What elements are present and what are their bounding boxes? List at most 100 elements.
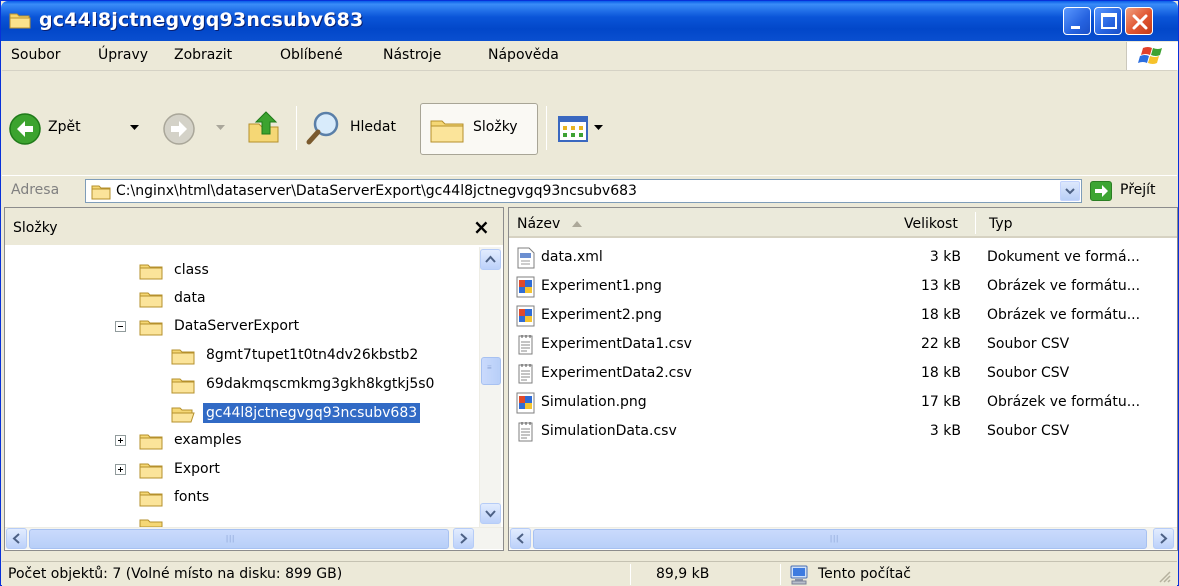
folder-icon (91, 185, 111, 200)
chevron-left-icon (516, 533, 524, 544)
folder-icon (171, 349, 195, 365)
address-label: Adresa (11, 182, 60, 198)
file-name: Simulation.png (541, 394, 647, 410)
toolbar-separator (296, 106, 297, 150)
file-name: ExperimentData1.csv (541, 336, 692, 352)
file-row[interactable]: data.xml 3 kB Dokument ve formá... (509, 243, 1177, 272)
csv-file-icon (518, 364, 533, 384)
menu-oblibene[interactable]: Oblíbené (280, 47, 343, 63)
menu-napoveda[interactable]: Nápověda (488, 47, 559, 63)
folder-tree: class data DataServerExport 8gmt7tupet1t… (5, 247, 479, 527)
chevron-down-icon (1065, 188, 1075, 195)
collapse-toggle[interactable] (115, 321, 126, 332)
tree-item-label: examples (174, 432, 242, 448)
file-list: Název Velikost Typ data.xml 3 kB Dokumen… (508, 207, 1178, 551)
folders-label: Složky (473, 119, 518, 135)
chevron-down-icon[interactable] (594, 125, 603, 131)
toolbar-separator (546, 106, 547, 150)
column-name[interactable]: Název (517, 216, 560, 232)
menu-bar: Soubor Úpravy Zobrazit Oblíbené Nástroje… (2, 41, 1178, 71)
scroll-left-button[interactable] (510, 528, 531, 549)
go-button[interactable]: Přejít (1090, 179, 1176, 203)
minimize-icon (1071, 26, 1080, 29)
file-row[interactable]: SimulationData.csv 3 kB Soubor CSV (509, 417, 1177, 446)
file-name: SimulationData.csv (541, 423, 677, 439)
title-bar[interactable]: gc44l8jctnegvgq93ncsubv683 (1, 1, 1178, 41)
menu-zobrazit[interactable]: Zobrazit (174, 47, 232, 63)
file-row[interactable]: Experiment2.png 18 kB Obrázek ve formátu… (509, 301, 1177, 330)
address-bar: Adresa C:\nginx\html\dataserver\DataServ… (2, 175, 1177, 205)
column-type[interactable]: Typ (989, 216, 1013, 232)
expand-toggle[interactable] (115, 435, 126, 446)
file-row[interactable]: ExperimentData2.csv 18 kB Soubor CSV (509, 359, 1177, 388)
explorer-window: gc44l8jctnegvgq93ncsubv683 Soubor Úpravy… (0, 0, 1179, 586)
resize-grip-icon[interactable] (1158, 570, 1172, 584)
go-arrow-icon (1090, 181, 1112, 201)
scroll-thumb[interactable]: ||| (533, 529, 1147, 549)
tree-item-label: class (174, 262, 209, 278)
maximize-button[interactable] (1094, 7, 1122, 35)
menu-upravy[interactable]: Úpravy (98, 47, 148, 63)
folders-pane-header: Složky × (5, 208, 503, 246)
scroll-left-button[interactable] (6, 528, 27, 549)
column-divider[interactable] (975, 212, 976, 234)
png-image-icon (516, 392, 535, 414)
chevron-up-icon (485, 255, 496, 263)
status-divider (630, 564, 631, 585)
forward-button[interactable] (162, 104, 232, 154)
xml-file-icon (517, 247, 535, 269)
folders-pane-title: Složky (13, 220, 58, 236)
files-horizontal-scrollbar[interactable]: ||| (509, 527, 1177, 549)
chevron-down-icon[interactable] (130, 125, 139, 131)
scroll-up-button[interactable] (480, 249, 501, 270)
scroll-thumb[interactable]: ≡ (481, 357, 501, 385)
close-pane-icon[interactable]: × (473, 215, 490, 239)
computer-icon (790, 565, 808, 585)
folder-icon (139, 434, 163, 450)
scroll-right-button[interactable] (453, 528, 474, 549)
close-button[interactable] (1125, 7, 1153, 35)
menu-soubor[interactable]: Soubor (11, 47, 61, 63)
menu-nastroje[interactable]: Nástroje (383, 47, 441, 63)
file-size: 18 kB (921, 307, 961, 323)
folders-pane: Složky × class data DataServerExport 8gm… (4, 207, 504, 551)
folders-vertical-scrollbar[interactable]: ≡ (479, 247, 501, 527)
folder-icon (139, 519, 163, 527)
minimize-button[interactable] (1063, 7, 1091, 35)
chevron-down-icon[interactable] (216, 125, 225, 131)
file-row[interactable]: Simulation.png 17 kB Obrázek ve formátu.… (509, 388, 1177, 417)
expand-toggle[interactable] (115, 464, 126, 475)
views-button[interactable] (556, 104, 616, 154)
back-button[interactable]: Zpět (8, 104, 148, 154)
sort-ascending-icon (572, 221, 582, 227)
scroll-thumb[interactable]: ||| (29, 529, 449, 549)
search-button[interactable]: Hledat (302, 104, 414, 154)
back-arrow-icon (9, 113, 41, 145)
csv-file-icon (518, 335, 533, 355)
scroll-right-button[interactable] (1153, 528, 1174, 549)
file-row[interactable]: Experiment1.png 13 kB Obrázek ve formátu… (509, 272, 1177, 301)
tree-item-label: gc44l8jctnegvgq93ncsubv683 (201, 402, 422, 424)
up-folder-button[interactable] (246, 104, 286, 154)
png-image-icon (516, 305, 535, 327)
folder-icon (139, 463, 163, 479)
search-label: Hledat (350, 119, 396, 135)
address-dropdown-button[interactable] (1060, 181, 1080, 201)
file-type: Obrázek ve formátu... (987, 278, 1141, 294)
status-divider (780, 564, 781, 585)
status-object-count: Počet objektů: 7 (Volné místo na disku: … (8, 566, 343, 582)
folders-toggle-button[interactable]: Složky (420, 103, 538, 155)
file-row[interactable]: ExperimentData1.csv 22 kB Soubor CSV (509, 330, 1177, 359)
folder-window-icon (9, 13, 31, 29)
folders-horizontal-scrollbar[interactable]: ||| (5, 527, 503, 549)
file-name: Experiment1.png (541, 278, 662, 294)
folder-icon (139, 292, 163, 308)
scroll-down-button[interactable] (480, 503, 501, 524)
address-path: C:\nginx\html\dataserver\DataServerExpor… (116, 183, 637, 199)
file-type: Obrázek ve formátu... (987, 394, 1141, 410)
address-input[interactable]: C:\nginx\html\dataserver\DataServerExpor… (85, 179, 1082, 203)
folder-up-icon (248, 111, 279, 143)
tree-item-label: 8gmt7tupet1t0tn4dv26kbstb2 (206, 347, 419, 363)
column-size[interactable]: Velikost (904, 216, 958, 232)
file-type: Soubor CSV (987, 423, 1070, 439)
